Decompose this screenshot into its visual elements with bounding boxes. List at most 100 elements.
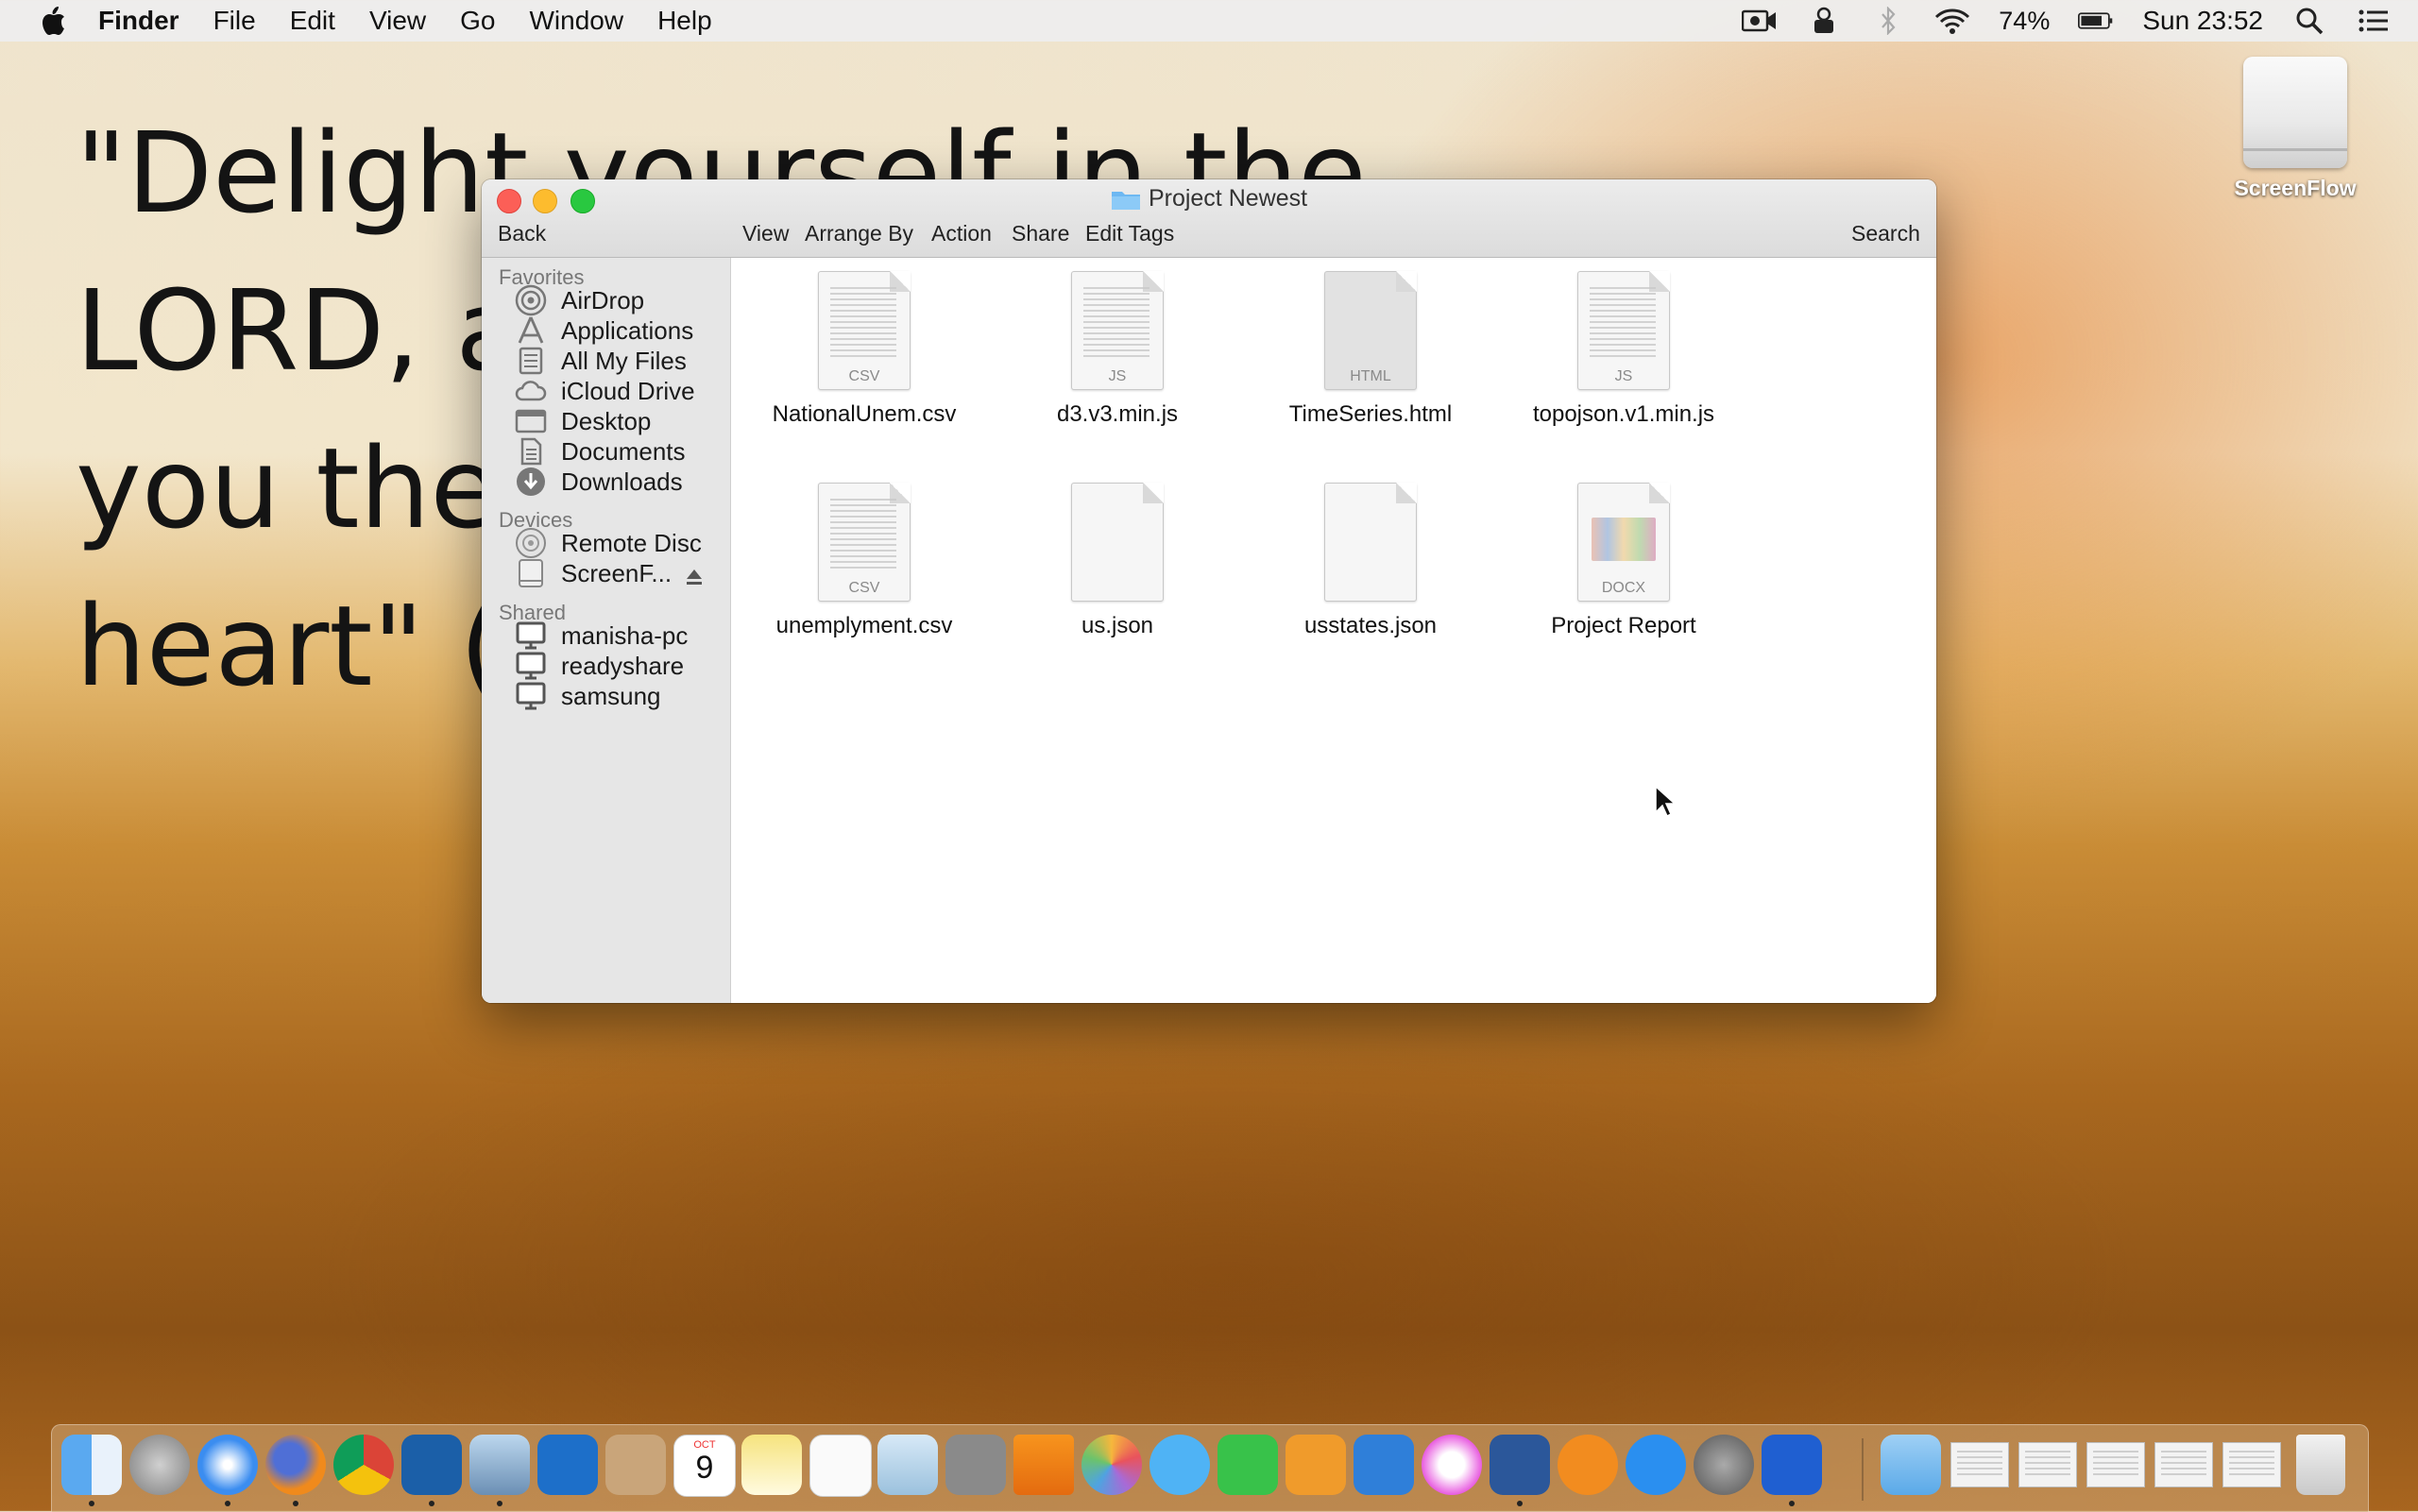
appstore-icon[interactable] xyxy=(1626,1435,1686,1495)
system-preferences-icon[interactable] xyxy=(1694,1435,1754,1495)
screen-recording-icon[interactable] xyxy=(1742,7,1778,35)
safari-icon[interactable] xyxy=(197,1435,258,1495)
file-item[interactable]: CSV unemplyment.csv xyxy=(746,483,982,639)
arrange-by-button[interactable]: Arrange By xyxy=(805,221,913,246)
quote-line: LORD, a xyxy=(76,265,524,396)
blank-file-icon[interactable] xyxy=(1071,483,1164,602)
sidebar-item-label: Applications xyxy=(561,315,694,345)
file-item[interactable]: DOCX Project Report xyxy=(1506,483,1742,639)
user-lock-icon[interactable] xyxy=(1806,7,1842,35)
menu-app-name[interactable]: Finder xyxy=(98,6,179,36)
html-file-icon[interactable]: HTML xyxy=(1324,271,1417,390)
screenflow-icon[interactable] xyxy=(1762,1435,1822,1495)
file-name[interactable]: d3.v3.min.js xyxy=(999,401,1235,428)
firefox-icon[interactable] xyxy=(265,1435,326,1495)
sidebar-item-label: Documents xyxy=(561,436,686,466)
file-item[interactable]: us.json xyxy=(999,483,1235,639)
running-indicator xyxy=(497,1501,502,1506)
sidebar-item-samsung[interactable]: samsung xyxy=(514,677,661,715)
messages-icon[interactable] xyxy=(1149,1435,1210,1495)
window-titlebar[interactable]: Project Newest Back View Arrange By Acti… xyxy=(482,179,1936,258)
external-drive-icon[interactable] xyxy=(2243,57,2347,168)
js-file-icon[interactable]: JS xyxy=(1071,271,1164,390)
battery-percent[interactable]: 74% xyxy=(1999,7,2050,36)
running-indicator xyxy=(293,1501,298,1506)
back-button[interactable]: Back xyxy=(498,221,546,246)
file-name[interactable]: us.json xyxy=(999,613,1235,639)
reminders-icon[interactable] xyxy=(809,1435,872,1497)
contacts-icon[interactable] xyxy=(605,1435,666,1495)
bluetooth-icon[interactable] xyxy=(1870,7,1906,35)
eject-icon[interactable] xyxy=(685,564,704,585)
minimized-window-thumbnail[interactable] xyxy=(2222,1442,2281,1487)
keynote-icon[interactable] xyxy=(1354,1435,1414,1495)
file-item[interactable]: JS d3.v3.min.js xyxy=(999,271,1235,428)
edit-tags-button[interactable]: Edit Tags xyxy=(1085,221,1174,246)
docx-file-icon[interactable]: DOCX xyxy=(1577,483,1670,602)
sidebar-item-downloads[interactable]: Downloads xyxy=(514,463,683,501)
sidebar-item-label: ScreenF... xyxy=(561,558,673,587)
view-button[interactable]: View xyxy=(742,221,789,246)
search-button[interactable]: Search xyxy=(1851,221,1920,246)
menu-clock[interactable]: Sun 23:52 xyxy=(2142,6,2263,36)
file-name[interactable]: usstates.json xyxy=(1252,613,1489,639)
csv-file-icon[interactable]: CSV xyxy=(818,483,911,602)
trash-icon[interactable] xyxy=(2296,1435,2345,1495)
preview-icon[interactable] xyxy=(877,1435,938,1495)
pages-icon[interactable] xyxy=(1286,1435,1346,1495)
calendar-icon[interactable]: OCT 9 xyxy=(673,1435,736,1497)
facetime-icon[interactable] xyxy=(1218,1435,1278,1495)
menu-go[interactable]: Go xyxy=(460,6,495,36)
file-type-label: DOCX xyxy=(1601,580,1646,596)
menu-file[interactable]: File xyxy=(213,6,256,36)
file-name[interactable]: TimeSeries.html xyxy=(1252,401,1489,428)
app-icon[interactable] xyxy=(401,1435,462,1495)
js-file-icon[interactable]: JS xyxy=(1577,271,1670,390)
battery-icon[interactable] xyxy=(2078,7,2114,35)
menu-window[interactable]: Window xyxy=(529,6,623,36)
menu-view[interactable]: View xyxy=(369,6,426,36)
minimized-window-thumbnail[interactable] xyxy=(2154,1442,2213,1487)
wifi-icon[interactable] xyxy=(1934,7,1970,35)
calculator-icon[interactable] xyxy=(945,1435,1006,1495)
file-name[interactable]: topojson.v1.min.js xyxy=(1506,401,1742,428)
file-name[interactable]: NationalUnem.csv xyxy=(746,401,982,428)
desktop-disk-screenflow[interactable]: ScreenFlow xyxy=(2220,57,2371,201)
running-indicator xyxy=(429,1501,434,1506)
desktop-disk-label[interactable]: ScreenFlow xyxy=(2220,176,2371,201)
menu-edit[interactable]: Edit xyxy=(290,6,335,36)
file-item[interactable]: CSV NationalUnem.csv xyxy=(746,271,982,428)
menu-help[interactable]: Help xyxy=(657,6,712,36)
chrome-icon[interactable] xyxy=(333,1435,394,1495)
vlc-icon[interactable] xyxy=(1013,1435,1074,1495)
mail-bird-icon[interactable] xyxy=(469,1435,530,1495)
action-button[interactable]: Action xyxy=(931,221,992,246)
file-item[interactable]: HTML TimeSeries.html xyxy=(1252,271,1489,428)
spotlight-search-icon[interactable] xyxy=(2291,7,2327,35)
sidebar-item-screenflow[interactable]: ScreenF... xyxy=(514,554,704,592)
ibooks-icon[interactable] xyxy=(1558,1435,1618,1495)
share-button[interactable]: Share xyxy=(1012,221,1069,246)
apple-menu-icon[interactable] xyxy=(40,6,66,36)
launchpad-icon[interactable] xyxy=(129,1435,190,1495)
minimized-window-thumbnail[interactable] xyxy=(1950,1442,2009,1487)
csv-file-icon[interactable]: CSV xyxy=(818,271,911,390)
itunes-icon[interactable] xyxy=(1422,1435,1482,1495)
minimized-window-thumbnail[interactable] xyxy=(2018,1442,2077,1487)
file-item[interactable]: JS topojson.v1.min.js xyxy=(1506,271,1742,428)
file-item[interactable]: usstates.json xyxy=(1252,483,1489,639)
finder-window: Project Newest Back View Arrange By Acti… xyxy=(482,179,1936,1003)
notification-center-icon[interactable] xyxy=(2356,7,2392,35)
blank-file-icon[interactable] xyxy=(1324,483,1417,602)
word-icon[interactable] xyxy=(1490,1435,1550,1495)
file-name[interactable]: Project Report xyxy=(1506,613,1742,639)
minimized-window-thumbnail[interactable] xyxy=(2086,1442,2145,1487)
photos-icon[interactable] xyxy=(1081,1435,1142,1495)
finder-icon[interactable] xyxy=(61,1435,122,1495)
sidebar-item-label: Downloads xyxy=(561,467,683,496)
file-browser[interactable]: CSV NationalUnem.csv JS d3.v3.min.js HTM… xyxy=(731,258,1936,1003)
downloads-stack-icon[interactable] xyxy=(1881,1435,1941,1495)
file-name[interactable]: unemplyment.csv xyxy=(746,613,982,639)
notes-icon[interactable] xyxy=(741,1435,802,1495)
outlook-icon[interactable] xyxy=(537,1435,598,1495)
